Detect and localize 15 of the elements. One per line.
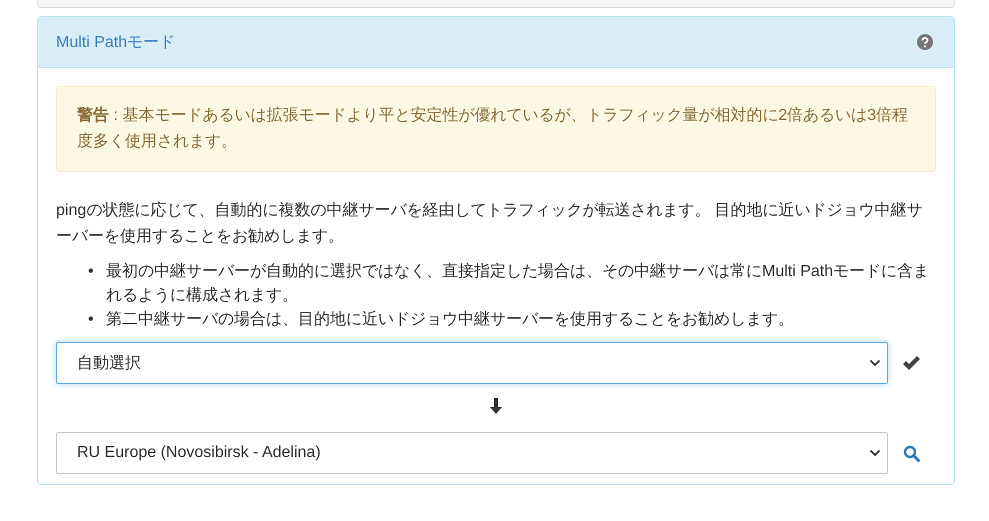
note-item: 第二中継サーバの場合は、目的地に近いドジョウ中継サーバーを使用することをお勧めします。 (106, 310, 795, 330)
server-select[interactable]: RU Europe (Novosibirsk - Adelina) (56, 432, 888, 474)
chevron-down-icon (869, 449, 881, 457)
chevron-down-icon (869, 359, 881, 367)
description-text: pingの状態に応じて、自動的に複数の中継サーバを経由してトラフィックが転送されます。 目的地に近いドジョウ中継サーバーを使用することをお勧めします。 (56, 200, 924, 247)
checkmark-icon[interactable] (902, 356, 920, 370)
server-select[interactable]: 自動選択 (56, 342, 888, 384)
bullet: • (88, 310, 95, 330)
warning-text: 警告 : 基本モードあるいは拡張モードより平と安定性が優れているが、トラフィック量が相対的に2倍あるいは3倍程度多く使用されます。 (77, 107, 908, 150)
down-arrow-icon (490, 398, 502, 414)
bullet: • (88, 262, 95, 282)
help-icon[interactable] (917, 34, 933, 50)
panel-title: Multi Pathモード (56, 32, 176, 52)
note-item: 最初の中継サーバーが自動的に選択ではなく、直接指定した場合は、その中継サーバは常にMulti Pathモードに含まれるように構成されます。 (106, 262, 930, 306)
search-icon[interactable] (902, 444, 920, 462)
